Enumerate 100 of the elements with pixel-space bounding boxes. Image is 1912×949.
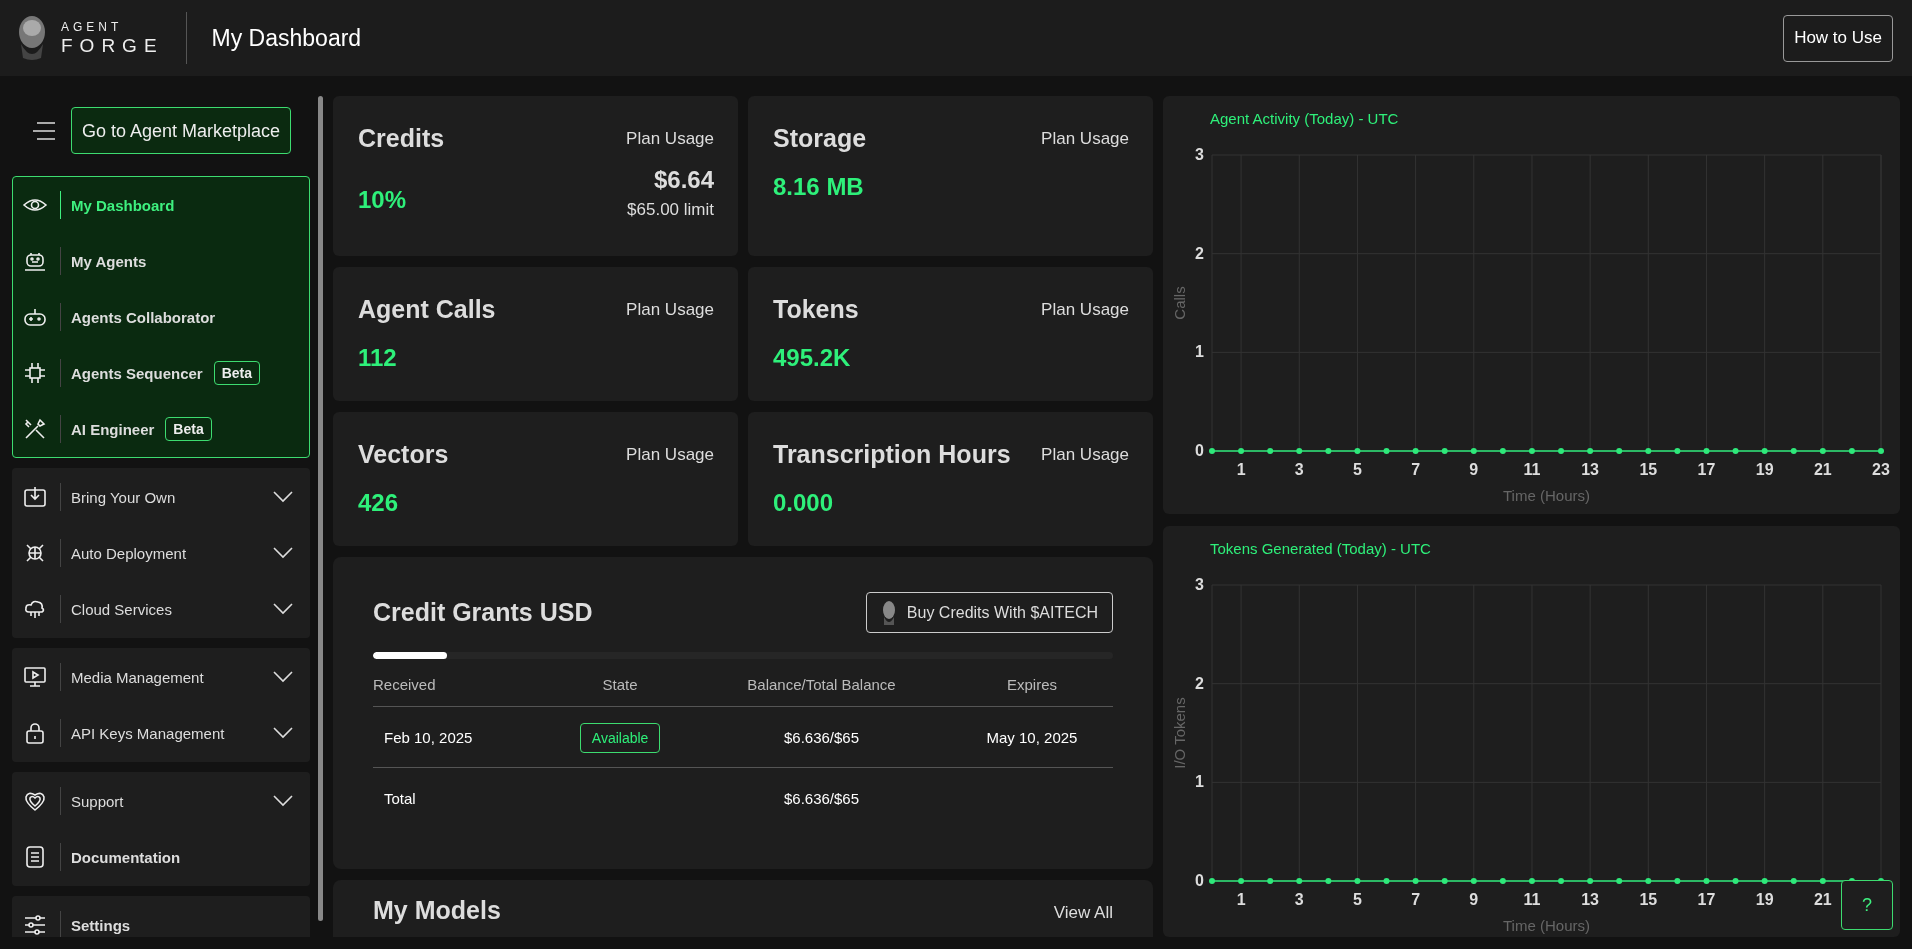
logo-text: AGENT <box>61 21 124 33</box>
data-point <box>1674 878 1681 884</box>
data-point <box>1790 878 1797 884</box>
data-point <box>1209 878 1215 884</box>
data-point <box>1441 878 1448 884</box>
credit-limit: $65.00 limit <box>627 200 714 220</box>
nav-item[interactable]: Support <box>13 773 309 829</box>
axis-label: 21 <box>1813 891 1832 908</box>
data-point <box>1587 448 1594 454</box>
document-icon <box>23 845 47 869</box>
column-header: Balance/Total Balance <box>692 676 951 707</box>
axis-label: 17 <box>1697 461 1716 478</box>
data-point <box>1616 448 1623 454</box>
monitor-play-icon <box>23 665 47 689</box>
nav-label: Support <box>71 792 124 810</box>
data-point <box>1470 448 1477 454</box>
chevron-icon[interactable] <box>273 671 293 683</box>
axis-label: 2 <box>1195 244 1204 262</box>
card-title: Transcription Hours <box>773 440 1011 469</box>
data-point <box>1674 448 1681 454</box>
page-title: My Dashboard <box>211 24 363 52</box>
chevron-icon[interactable] <box>273 727 293 739</box>
axis-label: 21 <box>1813 461 1832 478</box>
nav-item[interactable]: Agents Collaborator <box>13 289 309 345</box>
card-title: Vectors <box>358 440 449 469</box>
data-point <box>1383 878 1390 884</box>
plan-usage-label: Plan Usage <box>626 444 714 465</box>
nav-item[interactable]: Agents Sequencer Beta <box>13 345 309 401</box>
data-point <box>1354 878 1361 884</box>
axis-title: Time (Hours) <box>1503 487 1590 504</box>
nav-label: AI Engineer <box>71 420 155 438</box>
axis-title: Calls <box>1171 286 1188 320</box>
data-point <box>1354 448 1361 454</box>
usage-value: 10% <box>358 186 407 214</box>
how-to-use-button[interactable]: How to Use <box>1783 14 1893 62</box>
nav-label: Cloud Services <box>71 600 172 618</box>
beta-badge: Beta <box>165 417 212 441</box>
usage-value: 426 <box>358 489 399 517</box>
chevron-icon[interactable] <box>273 795 293 807</box>
axis-label: 5 <box>1353 461 1362 478</box>
data-point <box>1209 448 1215 454</box>
data-point <box>1558 448 1565 454</box>
data-point <box>1383 448 1390 454</box>
nav-item[interactable]: My Dashboard <box>13 177 309 233</box>
nav-item[interactable]: API Keys Management <box>13 705 309 761</box>
chevron-icon[interactable] <box>273 603 293 615</box>
chevron-icon[interactable] <box>273 547 293 559</box>
data-point <box>1819 448 1826 454</box>
data-point <box>1703 448 1710 454</box>
data-point <box>1470 878 1477 884</box>
help-button[interactable]: ? <box>1841 880 1893 930</box>
nav-label: Bring Your Own <box>71 488 176 506</box>
data-point <box>1732 448 1739 454</box>
axis-label: 3 <box>1294 461 1304 478</box>
data-point <box>1267 448 1274 454</box>
data-point <box>1616 878 1623 884</box>
nav-item[interactable]: Media Management <box>13 649 309 705</box>
data-point <box>1528 878 1535 884</box>
axis-label: 3 <box>1195 146 1204 163</box>
data-point <box>1528 448 1535 454</box>
table-cell: Total <box>373 767 549 828</box>
nav-item[interactable]: Bring Your Own <box>13 469 309 525</box>
view-all-link[interactable]: View All <box>1053 903 1113 923</box>
axis-label: 1 <box>1236 891 1246 908</box>
axis-label: 1 <box>1195 773 1204 791</box>
buy-credits-button[interactable]: Buy Credits With $AITECH <box>865 592 1113 633</box>
data-point <box>1645 448 1652 454</box>
chart-title: Agent Activity (Today) - UTC <box>1210 110 1399 129</box>
axis-label: 3 <box>1195 576 1204 593</box>
menu-icon[interactable] <box>32 121 57 140</box>
card-title: Storage <box>773 124 867 153</box>
nav-item[interactable]: Auto Deployment <box>13 525 309 581</box>
section-title: Credit Grants USD <box>373 598 593 627</box>
plan-usage-label: Plan Usage <box>626 128 714 149</box>
data-point <box>1558 878 1565 884</box>
plan-usage-label: Plan Usage <box>1041 128 1129 149</box>
data-point <box>1703 878 1710 884</box>
axis-label: 15 <box>1639 461 1658 478</box>
nav-item[interactable]: Cloud Services <box>13 581 309 637</box>
usage-value: 112 <box>358 344 397 372</box>
nav-item[interactable]: Documentation <box>13 829 309 885</box>
axis-label: 7 <box>1411 461 1421 478</box>
nav-label: Agents Sequencer <box>71 364 203 382</box>
nav-item[interactable]: AI Engineer Beta <box>13 401 309 457</box>
data-point <box>1819 878 1826 884</box>
chevron-icon[interactable] <box>273 491 293 503</box>
nav-label: Agents Collaborator <box>71 308 216 326</box>
table-cell: $6.636/$65 <box>692 706 951 768</box>
plan-usage-label: Plan Usage <box>1041 299 1129 320</box>
column-header: State <box>548 676 693 707</box>
column-header: Expires <box>950 676 1113 707</box>
nav-label: Auto Deployment <box>71 544 187 562</box>
nav-item[interactable]: Settings <box>13 897 309 937</box>
data-point <box>1441 448 1448 454</box>
axis-title: I/O Tokens <box>1171 697 1188 769</box>
column-header: Received <box>373 676 549 707</box>
nav-item[interactable]: My Agents <box>13 233 309 289</box>
plan-usage-label: Plan Usage <box>626 299 714 320</box>
marketplace-button[interactable]: Go to Agent Marketplace <box>70 107 291 154</box>
usage-value: 495.2K <box>773 344 851 372</box>
